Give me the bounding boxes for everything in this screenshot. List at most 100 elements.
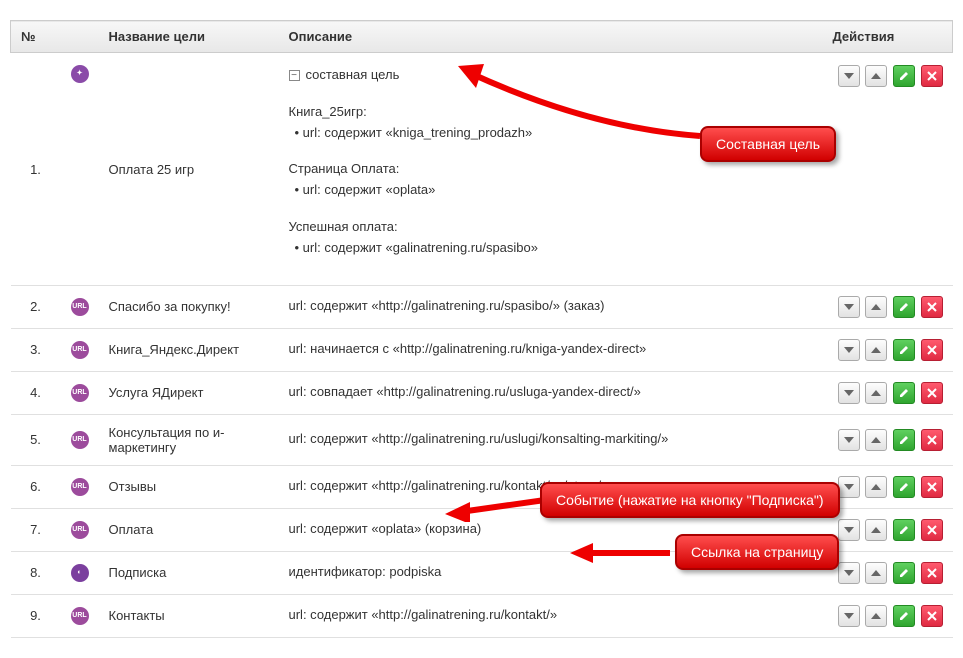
table-row: 3. URL Книга_Яндекс.Директ url: начинает… [11, 328, 953, 371]
row-number: 3. [11, 328, 61, 371]
delete-button[interactable] [921, 382, 943, 404]
annotation-arrow-3 [565, 540, 675, 570]
move-up-button[interactable] [865, 382, 887, 404]
goal-name: Спасибо за покупку! [99, 285, 279, 328]
row-actions [823, 551, 953, 594]
delete-button[interactable] [921, 519, 943, 541]
step-title: Страница Оплата: [289, 159, 813, 180]
goal-description: url: содержит «http://galinatrening.ru/u… [289, 431, 669, 446]
row-number: 4. [11, 371, 61, 414]
move-up-button[interactable] [865, 519, 887, 541]
edit-button[interactable] [893, 339, 915, 361]
move-down-button[interactable] [838, 562, 860, 584]
goal-description: url: начинается с «http://galinatrening.… [289, 341, 647, 356]
goal-name: Консультация по и-маркетингу [99, 414, 279, 465]
move-down-button[interactable] [838, 605, 860, 627]
goal-type-icon: ✦ [71, 65, 89, 83]
compound-label: составная цель [306, 67, 400, 82]
row-number: 6. [11, 465, 61, 508]
edit-button[interactable] [893, 476, 915, 498]
goal-name: Контакты [99, 594, 279, 637]
move-down-button[interactable] [838, 476, 860, 498]
goal-type-icon: URL [71, 298, 89, 316]
move-up-button[interactable] [865, 476, 887, 498]
goal-description: url: содержит «http://galinatrening.ru/k… [289, 607, 558, 622]
collapse-icon[interactable]: − [289, 70, 300, 81]
goal-name: Отзывы [99, 465, 279, 508]
row-actions [823, 465, 953, 508]
goal-type-icon: ◐ [71, 564, 89, 582]
col-number: № [11, 21, 99, 53]
row-number: 8. [11, 551, 61, 594]
table-row: 4. URL Услуга ЯДирект url: совпадает «ht… [11, 371, 953, 414]
goal-description: идентификатор: podpiska [289, 564, 442, 579]
move-up-button[interactable] [865, 562, 887, 584]
row-number: 9. [11, 594, 61, 637]
goal-type-icon: URL [71, 384, 89, 402]
delete-button[interactable] [921, 339, 943, 361]
annotation-link: Ссылка на страницу [675, 534, 839, 570]
move-up-button[interactable] [865, 65, 887, 87]
annotation-event: Событие (нажатие на кнопку "Подписка") [540, 482, 840, 518]
step-condition: • url: содержит «galinatrening.ru/spasib… [289, 238, 813, 259]
col-actions: Действия [823, 21, 953, 53]
goal-description: url: совпадает «http://galinatrening.ru/… [289, 384, 641, 399]
row-number: 1. [11, 53, 61, 286]
row-actions [823, 285, 953, 328]
delete-button[interactable] [921, 296, 943, 318]
table-row: 9. URL Контакты url: содержит «http://ga… [11, 594, 953, 637]
row-actions [823, 508, 953, 551]
move-down-button[interactable] [838, 339, 860, 361]
delete-button[interactable] [921, 476, 943, 498]
edit-button[interactable] [893, 519, 915, 541]
row-actions [823, 328, 953, 371]
goal-name: Подписка [99, 551, 279, 594]
goal-type-icon: URL [71, 431, 89, 449]
row-number: 2. [11, 285, 61, 328]
move-up-button[interactable] [865, 339, 887, 361]
goal-name: Услуга ЯДирект [99, 371, 279, 414]
delete-button[interactable] [921, 562, 943, 584]
delete-button[interactable] [921, 605, 943, 627]
goal-name: Книга_Яндекс.Директ [99, 328, 279, 371]
col-name: Название цели [99, 21, 279, 53]
col-description: Описание [279, 21, 823, 53]
goal-type-icon: URL [71, 478, 89, 496]
step-condition: • url: содержит «oplata» [289, 180, 813, 201]
goal-name: Оплата 25 игр [99, 53, 279, 286]
goal-name: Оплата [99, 508, 279, 551]
row-actions [823, 53, 953, 286]
row-actions [823, 594, 953, 637]
table-row: 5. URL Консультация по и-маркетингу url:… [11, 414, 953, 465]
edit-button[interactable] [893, 605, 915, 627]
goal-type-icon: URL [71, 341, 89, 359]
table-header-row: № Название цели Описание Действия [11, 21, 953, 53]
move-down-button[interactable] [838, 296, 860, 318]
goal-description: url: содержит «http://galinatrening.ru/s… [289, 298, 605, 313]
edit-button[interactable] [893, 562, 915, 584]
annotation-composite: Составная цель [700, 126, 836, 162]
delete-button[interactable] [921, 429, 943, 451]
edit-button[interactable] [893, 382, 915, 404]
edit-button[interactable] [893, 296, 915, 318]
step-title: Успешная оплата: [289, 217, 813, 238]
table-row: 2. URL Спасибо за покупку! url: содержит… [11, 285, 953, 328]
annotation-arrow-2 [440, 482, 550, 522]
move-down-button[interactable] [838, 65, 860, 87]
goal-description: url: содержит «oplata» (корзина) [289, 521, 482, 536]
edit-button[interactable] [893, 429, 915, 451]
move-up-button[interactable] [865, 296, 887, 318]
move-up-button[interactable] [865, 429, 887, 451]
move-down-button[interactable] [838, 429, 860, 451]
goal-type-icon: URL [71, 607, 89, 625]
row-number: 7. [11, 508, 61, 551]
delete-button[interactable] [921, 65, 943, 87]
row-actions [823, 414, 953, 465]
move-down-button[interactable] [838, 519, 860, 541]
goal-type-icon: URL [71, 521, 89, 539]
move-up-button[interactable] [865, 605, 887, 627]
row-number: 5. [11, 414, 61, 465]
edit-button[interactable] [893, 65, 915, 87]
row-actions [823, 371, 953, 414]
move-down-button[interactable] [838, 382, 860, 404]
